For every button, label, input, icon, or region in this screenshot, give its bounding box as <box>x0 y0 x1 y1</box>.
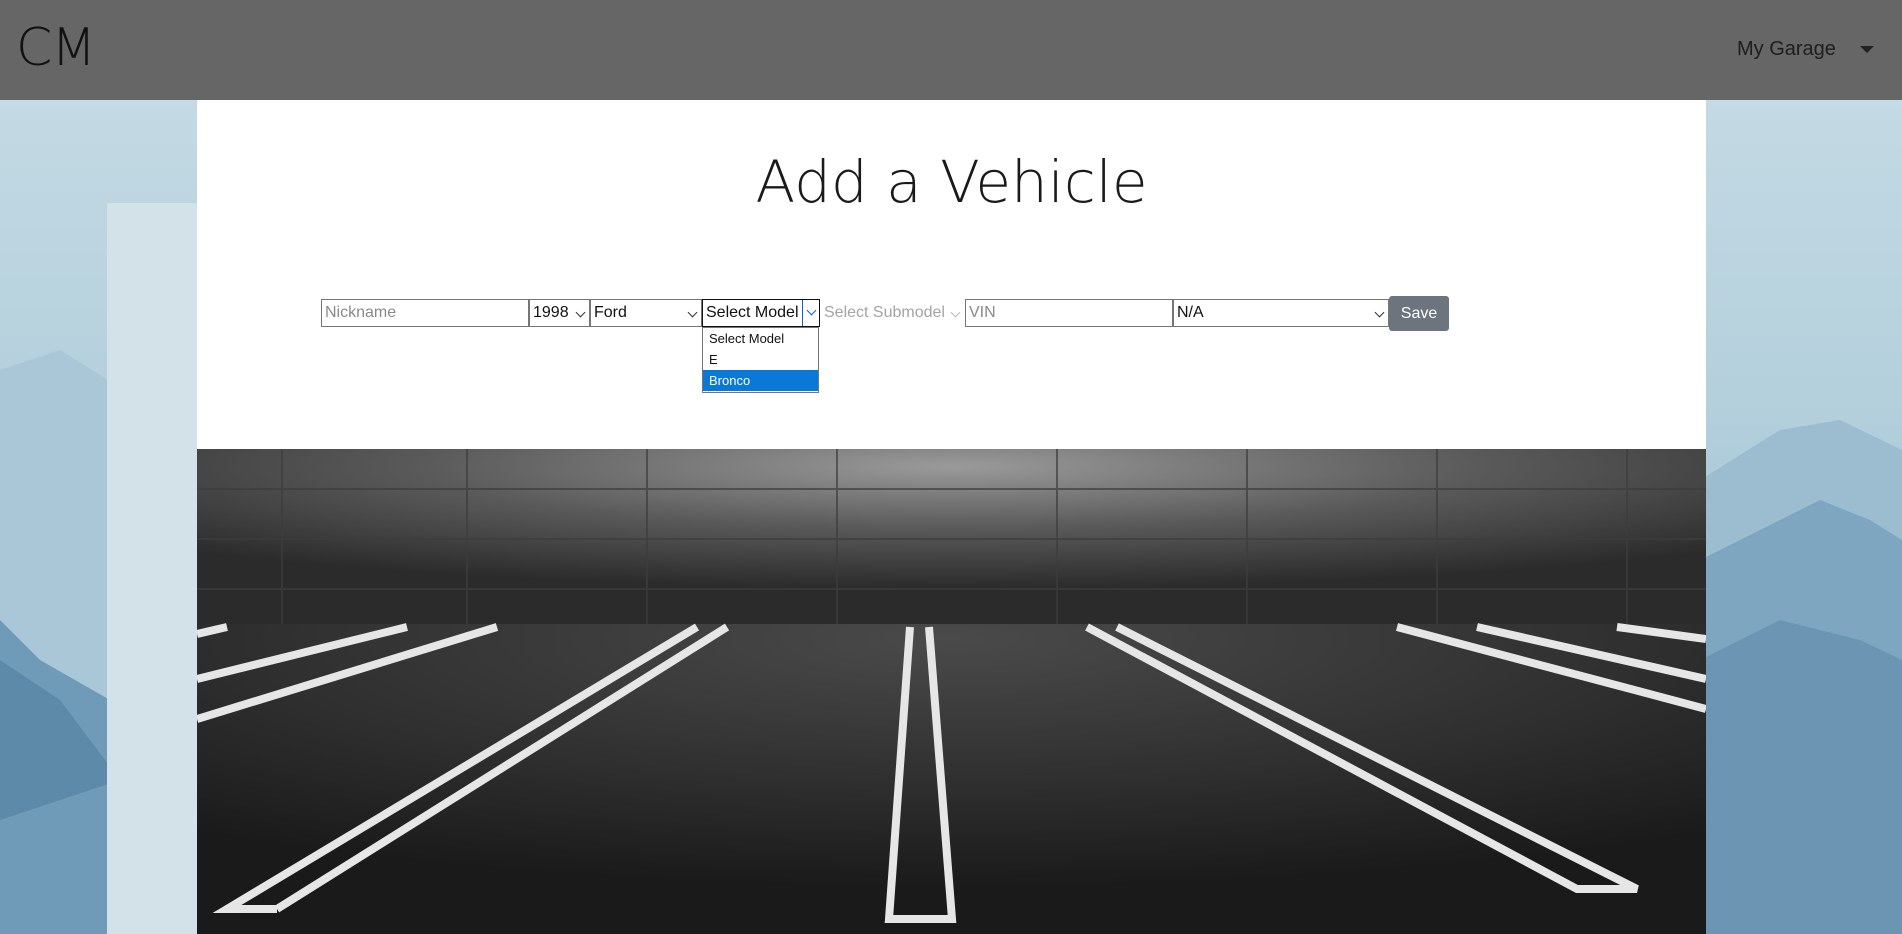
year-select[interactable]: 1998 <box>529 299 590 327</box>
chevron-down-icon <box>575 307 586 318</box>
chevron-down-icon <box>1374 307 1385 318</box>
extra-select[interactable]: N/A <box>1173 299 1389 327</box>
model-dropdown-button[interactable] <box>802 300 819 326</box>
model-value: Select Model <box>706 304 799 321</box>
parking-garage-image <box>197 449 1706 934</box>
make-select[interactable]: Ford <box>590 299 702 327</box>
chevron-down-icon <box>687 307 698 318</box>
dropdown-option[interactable]: E <box>703 349 818 370</box>
navbar: CM My Garage <box>0 0 1902 100</box>
save-button[interactable]: Save <box>1389 296 1449 331</box>
submodel-placeholder: Select Submodel <box>824 304 945 321</box>
brand-logo[interactable]: CM <box>16 18 96 78</box>
dropdown-option-highlighted[interactable]: Bronco <box>703 370 818 391</box>
dropdown-option[interactable]: Select Model <box>703 328 818 349</box>
nickname-input[interactable]: Nickname <box>321 299 529 327</box>
vin-input[interactable]: VIN <box>965 299 1173 327</box>
my-garage-menu[interactable]: My Garage <box>1737 38 1836 61</box>
chevron-down-icon <box>950 307 961 318</box>
year-value: 1998 <box>533 304 569 321</box>
submodel-select: Select Submodel <box>820 299 965 327</box>
extra-value: N/A <box>1177 304 1204 321</box>
chevron-down-icon <box>806 305 817 316</box>
caret-down-icon[interactable] <box>1860 46 1874 53</box>
model-dropdown-list: Select Model E Bronco <box>702 327 819 393</box>
page-title: Add a Vehicle <box>755 148 1148 216</box>
make-value: Ford <box>594 304 627 321</box>
model-select[interactable]: Select Model <box>702 299 820 327</box>
